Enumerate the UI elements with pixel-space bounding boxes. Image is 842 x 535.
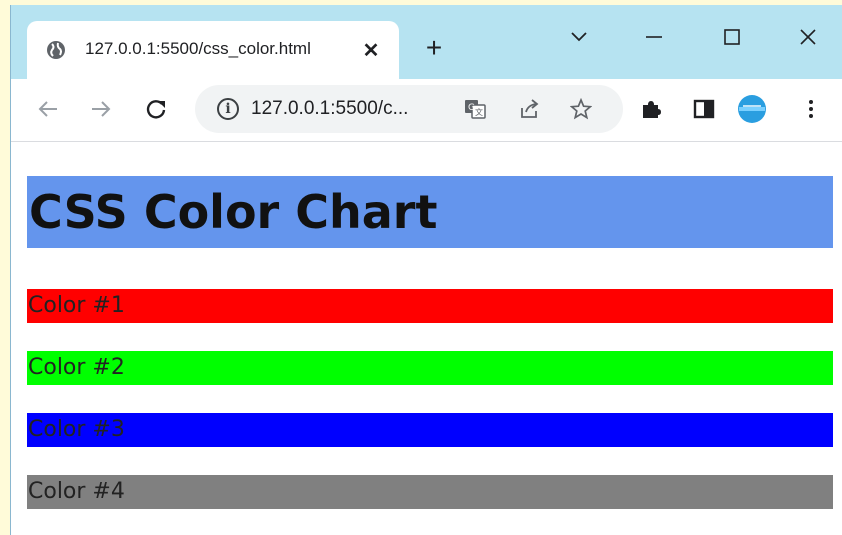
svg-text:G: G (468, 103, 475, 113)
tab-search-button[interactable] (559, 17, 599, 57)
forward-button[interactable] (85, 93, 117, 125)
tab-strip: 127.0.0.1:5500/css_color.html ✕ + (11, 5, 842, 79)
browser-tab[interactable]: 127.0.0.1:5500/css_color.html ✕ (27, 21, 399, 79)
page-title: CSS Color Chart (27, 176, 833, 248)
star-icon (570, 98, 592, 120)
svg-text:文: 文 (475, 107, 483, 117)
tab-title: 127.0.0.1:5500/css_color.html (85, 39, 311, 58)
minimize-icon (646, 36, 662, 38)
profile-avatar (738, 95, 766, 123)
share-button[interactable] (517, 97, 541, 121)
minimize-button[interactable] (634, 17, 674, 57)
side-panel-button[interactable] (688, 93, 720, 125)
maximize-icon (724, 29, 740, 45)
extensions-icon (643, 101, 661, 118)
tab-close-button[interactable]: ✕ (360, 39, 382, 62)
forward-arrow-icon (92, 101, 111, 117)
page-viewport: CSS Color Chart Color #1 Color #2 Color … (11, 142, 842, 535)
browser-window: 127.0.0.1:5500/css_color.html ✕ + i 127.… (10, 5, 842, 535)
url-text[interactable]: 127.0.0.1:5500/c... (251, 98, 408, 120)
share-icon (521, 99, 539, 118)
menu-icon (809, 100, 813, 118)
color-row-1: Color #1 (27, 289, 833, 323)
site-info-icon[interactable]: i (217, 98, 239, 120)
color-row-3: Color #3 (27, 413, 833, 447)
reload-button[interactable] (140, 93, 172, 125)
color-row-2: Color #2 (27, 351, 833, 385)
close-window-button[interactable] (788, 17, 828, 57)
reload-icon (146, 100, 166, 119)
maximize-button[interactable] (712, 17, 752, 57)
address-bar[interactable]: i 127.0.0.1:5500/c... G 文 (195, 85, 623, 133)
globe-icon (47, 41, 65, 59)
close-icon (800, 29, 816, 45)
profile-button[interactable] (736, 93, 768, 125)
extensions-button[interactable] (635, 93, 667, 125)
chevron-down-icon (571, 32, 587, 42)
side-panel-icon (693, 99, 715, 119)
back-button[interactable] (32, 93, 64, 125)
new-tab-button[interactable]: + (421, 34, 447, 62)
translate-icon: G 文 (465, 100, 486, 119)
translate-button[interactable]: G 文 (463, 97, 487, 121)
browser-toolbar: i 127.0.0.1:5500/c... G 文 (11, 79, 842, 142)
color-row-4: Color #4 (27, 475, 833, 509)
menu-button[interactable] (795, 93, 827, 125)
bookmark-button[interactable] (569, 97, 593, 121)
back-arrow-icon (38, 101, 57, 117)
